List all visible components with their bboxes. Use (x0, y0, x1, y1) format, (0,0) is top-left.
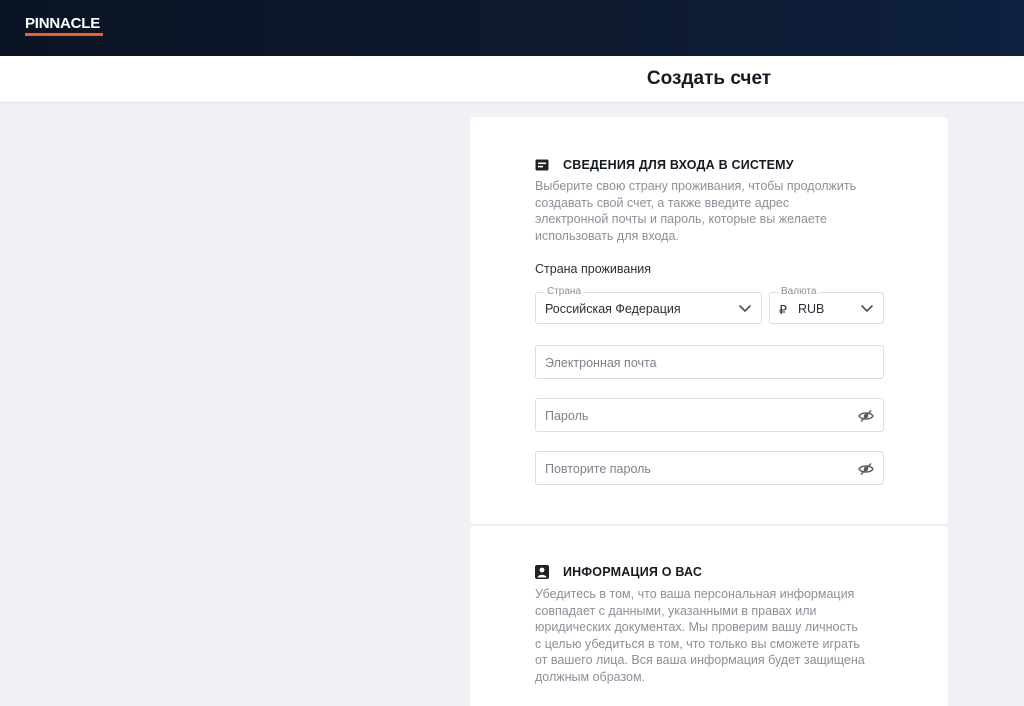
email-field[interactable]: Электронная почта (535, 345, 884, 379)
logo-underline (25, 33, 103, 36)
currency-label: Валюта (779, 286, 819, 297)
country-value: Российская Федерация (545, 302, 681, 316)
login-section-header: СВЕДЕНИЯ ДЛЯ ВХОДА В СИСТЕМУ (535, 158, 794, 172)
eye-off-icon[interactable] (858, 462, 874, 476)
password-placeholder: Пароль (545, 409, 589, 423)
description-line: использовать для входа. (535, 228, 679, 243)
description-line: от вашего лица. Вся ваша информация буде… (535, 653, 865, 667)
description-line: с целью убедиться в том, что только вы с… (535, 636, 860, 651)
country-select[interactable]: Страна Российская Федерация (535, 286, 762, 324)
chevron-down-icon (739, 305, 751, 312)
chevron-down-icon (861, 305, 873, 312)
about-you-card: ИНФОРМАЦИЯ О ВАС Убедитесь в том, что ва… (470, 526, 948, 706)
ruble-sign: ₽ (779, 303, 787, 317)
about-section-title: ИНФОРМАЦИЯ О ВАС (563, 565, 703, 579)
repeat-password-placeholder: Повторите пароль (545, 462, 651, 476)
description-line: должным образом. (535, 669, 646, 684)
top-header: PINNACLE (0, 0, 1024, 56)
user-icon (535, 565, 549, 579)
about-section-header: ИНФОРМАЦИЯ О ВАС (535, 565, 702, 579)
currency-value: RUB (798, 302, 825, 316)
email-placeholder: Электронная почта (545, 356, 657, 370)
login-section-title: СВЕДЕНИЯ ДЛЯ ВХОДА В СИСТЕМУ (563, 158, 794, 172)
about-section-description: Убедитесь в том, что ваша персональная и… (535, 586, 895, 685)
description-line: создавать свой счет, а также введите адр… (535, 195, 790, 210)
description-line: Выберите свою страну проживания, чтобы п… (535, 179, 857, 193)
login-details-card: СВЕДЕНИЯ ДЛЯ ВХОДА В СИСТЕМУ Выберите св… (470, 117, 948, 524)
title-bar: Создать счет (0, 56, 1024, 103)
login-section-description: Выберите свою страну проживания, чтобы п… (535, 178, 885, 244)
residence-label: Страна проживания (535, 262, 651, 276)
description-line: юридических документах. Мы проверим вашу… (535, 620, 858, 634)
id-card-icon (535, 159, 549, 171)
eye-off-icon[interactable] (858, 409, 874, 423)
repeat-password-field[interactable]: Повторите пароль (535, 451, 884, 485)
country-label: Страна (545, 286, 584, 297)
description-line: Убедитесь в том, что ваша персональная и… (535, 587, 855, 601)
page-title: Создать счет (646, 68, 772, 89)
description-line: совпадает с данными, указанными в правах… (535, 603, 817, 618)
description-line: электронной почты и пароль, которые вы ж… (535, 212, 827, 226)
currency-select[interactable]: Валюта ₽ RUB (769, 286, 884, 324)
pinnacle-logo[interactable]: PINNACLE (25, 15, 100, 32)
password-field[interactable]: Пароль (535, 398, 884, 432)
